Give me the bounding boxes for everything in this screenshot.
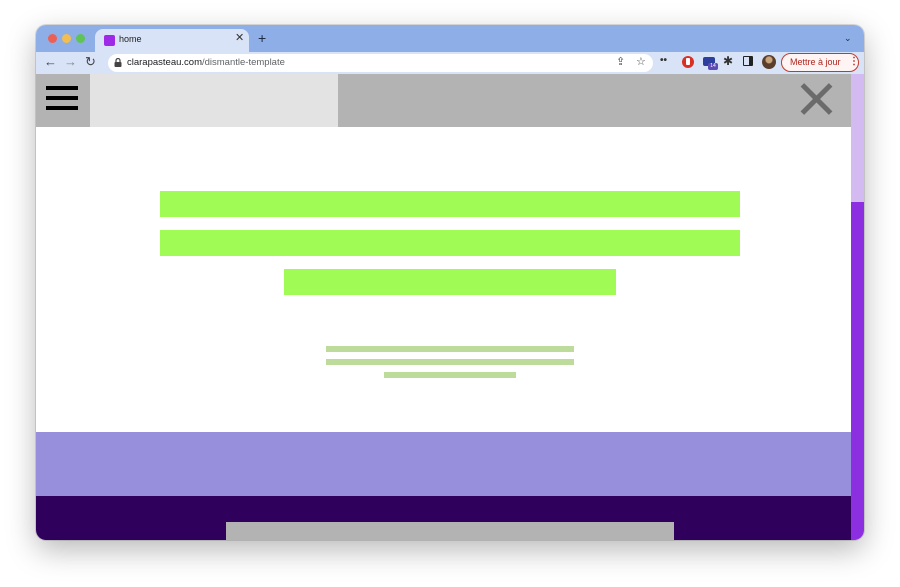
kebab-menu-icon[interactable]: ⋮ — [849, 56, 859, 68]
minimize-window-button[interactable] — [62, 34, 71, 43]
tab-title: home — [119, 34, 142, 44]
close-window-button[interactable] — [48, 34, 57, 43]
close-icon[interactable] — [800, 83, 832, 115]
hero-placeholder-line-1 — [160, 191, 740, 217]
star-icon[interactable]: ☆ — [636, 56, 646, 69]
dark-section-panel — [226, 522, 674, 540]
arrow-right-icon[interactable]: → — [64, 55, 77, 69]
scrollbar-thumb[interactable] — [851, 202, 864, 540]
extension-dots-icon[interactable]: •• — [660, 55, 667, 66]
update-button[interactable]: Mettre à jour ⋮ — [781, 53, 859, 72]
side-panel-icon[interactable] — [743, 56, 753, 66]
lavender-section — [36, 432, 851, 496]
scrollbar-track[interactable] — [851, 74, 864, 540]
hamburger-icon[interactable] — [46, 86, 78, 110]
adblock-extension-icon[interactable] — [682, 56, 694, 68]
hero-placeholder-line-2 — [160, 230, 740, 256]
zoom-window-button[interactable] — [76, 34, 85, 43]
hero-placeholder-line-3 — [284, 269, 616, 295]
dark-section — [36, 496, 851, 540]
extension-badge-count: 14 — [708, 63, 718, 70]
tab-home[interactable]: home ✕ — [95, 29, 249, 52]
header-panel — [90, 74, 338, 127]
update-button-label: Mettre à jour — [790, 57, 841, 67]
extension-badge-icon[interactable]: 14 — [703, 56, 718, 70]
url-host: clarapasteau.com — [127, 57, 202, 68]
url-text: clarapasteau.com/dismantle-template — [127, 57, 285, 68]
subtext-placeholder-line-1 — [326, 346, 574, 352]
avatar[interactable] — [762, 55, 776, 69]
subtext-placeholder-line-3 — [384, 372, 516, 378]
url-path: /dismantle-template — [201, 57, 285, 68]
tab-close-icon[interactable]: ✕ — [235, 32, 244, 44]
arrow-left-icon[interactable]: ← — [44, 55, 57, 69]
tab-search-chevron-icon[interactable]: ⌄ — [844, 33, 852, 43]
puzzle-icon[interactable]: ✱ — [723, 54, 733, 68]
new-tab-button[interactable]: + — [258, 31, 266, 45]
browser-toolbar: ← → ↻ clarapasteau.com/dismantle-templat… — [36, 52, 864, 74]
share-icon[interactable]: ⇪ — [616, 56, 625, 69]
lock-icon — [114, 58, 122, 67]
browser-window: home ✕ + ⌄ ← → ↻ clarapasteau.com/disman… — [36, 25, 864, 540]
reload-icon[interactable]: ↻ — [85, 55, 96, 69]
tab-strip: home ✕ + ⌄ — [36, 25, 864, 52]
subtext-placeholder-line-2 — [326, 359, 574, 365]
favicon-icon — [104, 35, 115, 46]
page-viewport — [36, 74, 864, 540]
address-bar[interactable]: clarapasteau.com/dismantle-template ⇪ ☆ — [108, 54, 653, 72]
site-header — [36, 74, 851, 127]
